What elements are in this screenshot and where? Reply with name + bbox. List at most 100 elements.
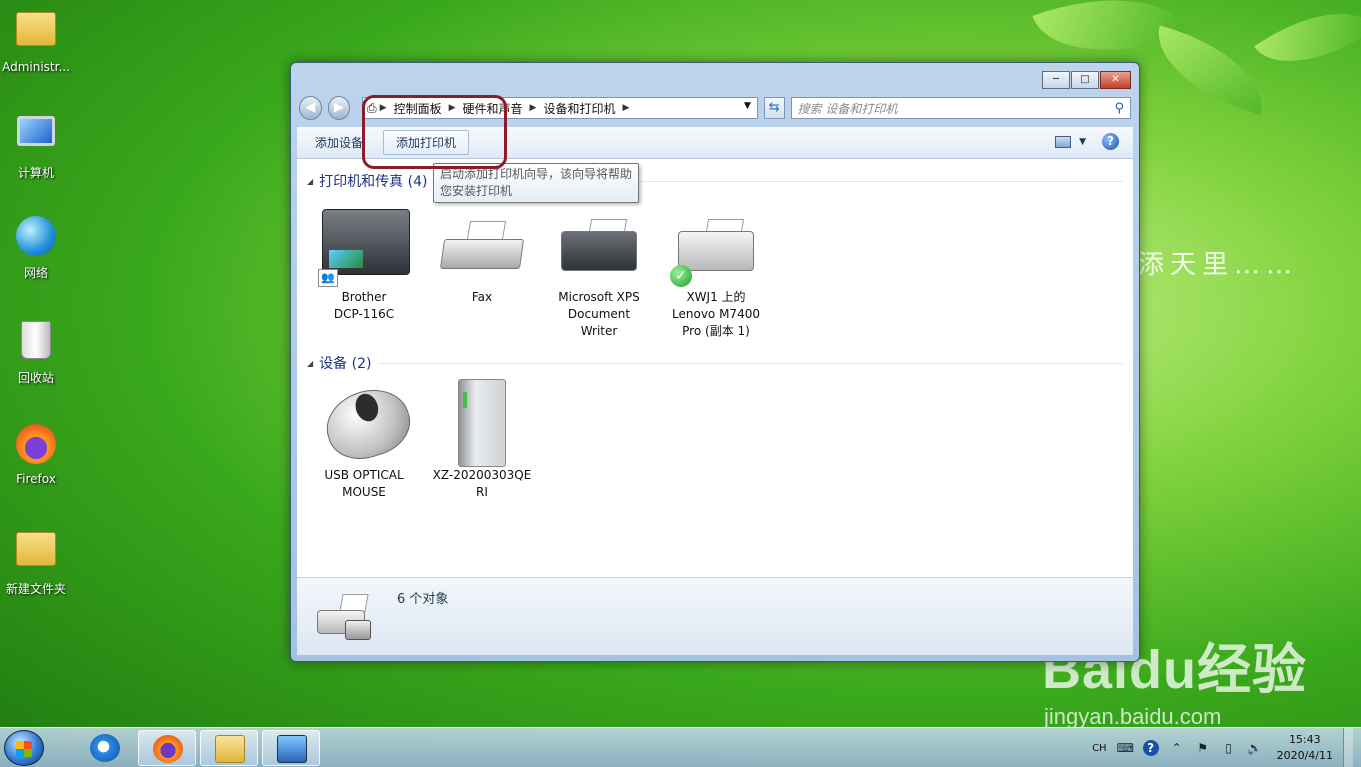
device-label: XZ-20200303QE (432, 468, 532, 482)
desktop-icon-new-folder[interactable]: 新建文件夹 (0, 526, 72, 597)
desktop-icon-label: 新建文件夹 (5, 582, 66, 596)
device-label: Pro (副本 1) (682, 324, 750, 338)
device-lenovo-printer[interactable]: ✓ XWJ1 上的 Lenovo M7400 Pro (副本 1) (661, 209, 771, 340)
shared-users-icon: 👥 (318, 269, 338, 287)
close-button[interactable]: ✕ (1100, 71, 1131, 89)
mouse-icon (317, 379, 419, 469)
computer-icon (14, 116, 58, 160)
toolbar-right: ▼ ? (1055, 133, 1119, 150)
tray-arrow-icon[interactable]: ⌃ (1169, 740, 1185, 756)
printer-icon (553, 209, 645, 283)
taskbar-control-panel[interactable] (262, 730, 320, 766)
internet-explorer-icon (90, 734, 120, 762)
wallpaper-leaf (1254, 0, 1361, 92)
minimize-button[interactable]: ─ (1042, 71, 1070, 89)
collapse-triangle-icon[interactable]: ◢ (307, 359, 313, 368)
device-label: Lenovo M7400 (672, 307, 760, 321)
desktop-icon-network[interactable]: 网络 (0, 214, 72, 281)
group-title: 打印机和传真 (4) (319, 174, 428, 190)
forward-button[interactable]: ▶ (327, 96, 351, 120)
breadcrumb-devices-printers[interactable]: 设备和打印机 (543, 100, 615, 117)
desktop-icon-firefox[interactable]: Firefox (0, 422, 72, 486)
add-printer-button[interactable]: 添加打印机 (383, 130, 470, 155)
control-panel-icon (277, 735, 307, 763)
navigation-bar: ◀ ▶ ⎙ ▶ 控制面板 ▶ 硬件和声音 ▶ 设备和打印机 ▶ ▼ ⇆ 搜索 设… (299, 95, 1131, 121)
computer-tower-icon (436, 379, 528, 467)
tray-flag-icon[interactable]: ⚑ (1195, 740, 1211, 756)
language-indicator[interactable]: CH (1092, 743, 1107, 754)
group-divider (379, 363, 1123, 364)
breadcrumb-control-panel[interactable]: 控制面板 (394, 100, 442, 117)
desktop-icon-label: Administr... (2, 60, 70, 74)
default-check-icon: ✓ (670, 265, 692, 287)
desktop-icon-label: Firefox (16, 472, 56, 486)
volume-icon[interactable]: 🔈 (1247, 740, 1263, 756)
add-device-button[interactable]: 添加设备 (315, 134, 363, 151)
group-title: 设备 (2) (319, 356, 372, 372)
search-input[interactable]: 搜索 设备和打印机 ⚲ (790, 97, 1131, 119)
system-tray: CH ⌨ ? ⌃ ⚑ ▯ 🔈 15:43 2020/4/11 (1092, 728, 1361, 767)
device-xps-writer[interactable]: Microsoft XPS Document Writer (544, 209, 654, 340)
search-icon[interactable]: ⚲ (1114, 101, 1124, 116)
back-button[interactable]: ◀ (299, 96, 322, 120)
recycle-bin-icon (14, 321, 58, 365)
taskbar: CH ⌨ ? ⌃ ⚑ ▯ 🔈 15:43 2020/4/11 (0, 727, 1361, 767)
desktop-icon-computer[interactable]: 计算机 (0, 112, 72, 181)
device-label: USB OPTICAL (324, 468, 404, 482)
show-desktop-button[interactable] (1343, 728, 1353, 767)
input-method-icon[interactable]: ⌨ (1117, 740, 1134, 756)
devices-and-printers-window: ─ □ ✕ ◀ ▶ ⎙ ▶ 控制面板 ▶ 硬件和声音 ▶ 设备和打印机 ▶ ▼ … (290, 62, 1140, 662)
refresh-button[interactable]: ⇆ (763, 97, 785, 119)
device-computer[interactable]: XZ-20200303QE RI (427, 379, 537, 501)
taskbar-ie[interactable] (76, 730, 134, 766)
power-icon[interactable]: ▯ (1221, 740, 1237, 756)
address-bar[interactable]: ⎙ ▶ 控制面板 ▶ 硬件和声音 ▶ 设备和打印机 ▶ ▼ (362, 97, 758, 119)
tooltip-line: 启动添加打印机向导，该向导将帮助 (440, 167, 633, 181)
breadcrumb-separator-icon[interactable]: ▶ (449, 103, 456, 113)
window-controls: ─ □ ✕ (1042, 71, 1131, 89)
breadcrumb-separator-icon[interactable]: ▶ (622, 103, 629, 113)
printer-camera-icon (315, 590, 377, 646)
help-icon[interactable]: ? (1142, 740, 1159, 756)
group-header-devices[interactable]: ◢ 设备 (2) (307, 353, 371, 373)
device-label: RI (476, 485, 488, 499)
wallpaper-text: 添天里…… (1138, 250, 1299, 280)
firefox-icon (153, 735, 183, 763)
user-folder-icon (14, 12, 58, 56)
desktop-icon-admin[interactable]: Administr... (0, 6, 72, 74)
desktop-icon-recycle-bin[interactable]: 回收站 (0, 318, 72, 386)
device-label: DCP-116C (333, 307, 395, 321)
device-label: Microsoft XPS (558, 290, 640, 304)
breadcrumb-hardware-sound[interactable]: 硬件和声音 (463, 100, 523, 117)
taskbar-firefox[interactable] (138, 730, 196, 766)
collapse-triangle-icon[interactable]: ◢ (307, 177, 313, 186)
wallpaper-leaf (1144, 25, 1276, 115)
default-printer-icon: ✓ (670, 209, 762, 287)
firefox-icon (14, 424, 58, 468)
device-label: Document (567, 307, 631, 321)
clock[interactable]: 15:43 2020/4/11 (1277, 732, 1333, 764)
device-brother-printer[interactable]: 👥 Brother DCP-116C (309, 209, 419, 323)
taskbar-explorer[interactable] (200, 730, 258, 766)
desktop-icon-label: 计算机 (17, 166, 54, 180)
device-fax[interactable]: Fax (427, 209, 537, 306)
change-view-icon[interactable] (1055, 135, 1072, 148)
help-icon[interactable]: ? (1102, 133, 1119, 150)
maximize-button[interactable]: □ (1071, 71, 1099, 89)
fax-icon (436, 209, 528, 283)
view-dropdown-icon[interactable]: ▼ (1079, 137, 1086, 147)
content-pane: ◢ 打印机和传真 (4) 👥 Brother DCP-116C Fax Micr… (297, 159, 1133, 577)
device-usb-mouse[interactable]: USB OPTICAL MOUSE (309, 379, 419, 501)
object-count: 6 个对象 (397, 592, 449, 607)
breadcrumb-separator-icon[interactable]: ▶ (530, 103, 537, 113)
command-bar: 添加设备 添加打印机 ▼ ? (297, 127, 1133, 159)
breadcrumb-separator-icon[interactable]: ▶ (380, 103, 387, 113)
add-printer-tooltip: 启动添加打印机向导，该向导将帮助 您安装打印机 (433, 163, 639, 203)
search-placeholder: 搜索 设备和打印机 (797, 101, 898, 116)
address-dropdown-icon[interactable]: ▼ (744, 101, 751, 111)
group-header-printers[interactable]: ◢ 打印机和传真 (4) (307, 171, 427, 191)
device-label: Fax (471, 290, 493, 304)
multifunction-printer-icon: 👥 (318, 209, 410, 287)
start-button[interactable] (4, 730, 44, 766)
device-label: Brother (341, 290, 387, 304)
